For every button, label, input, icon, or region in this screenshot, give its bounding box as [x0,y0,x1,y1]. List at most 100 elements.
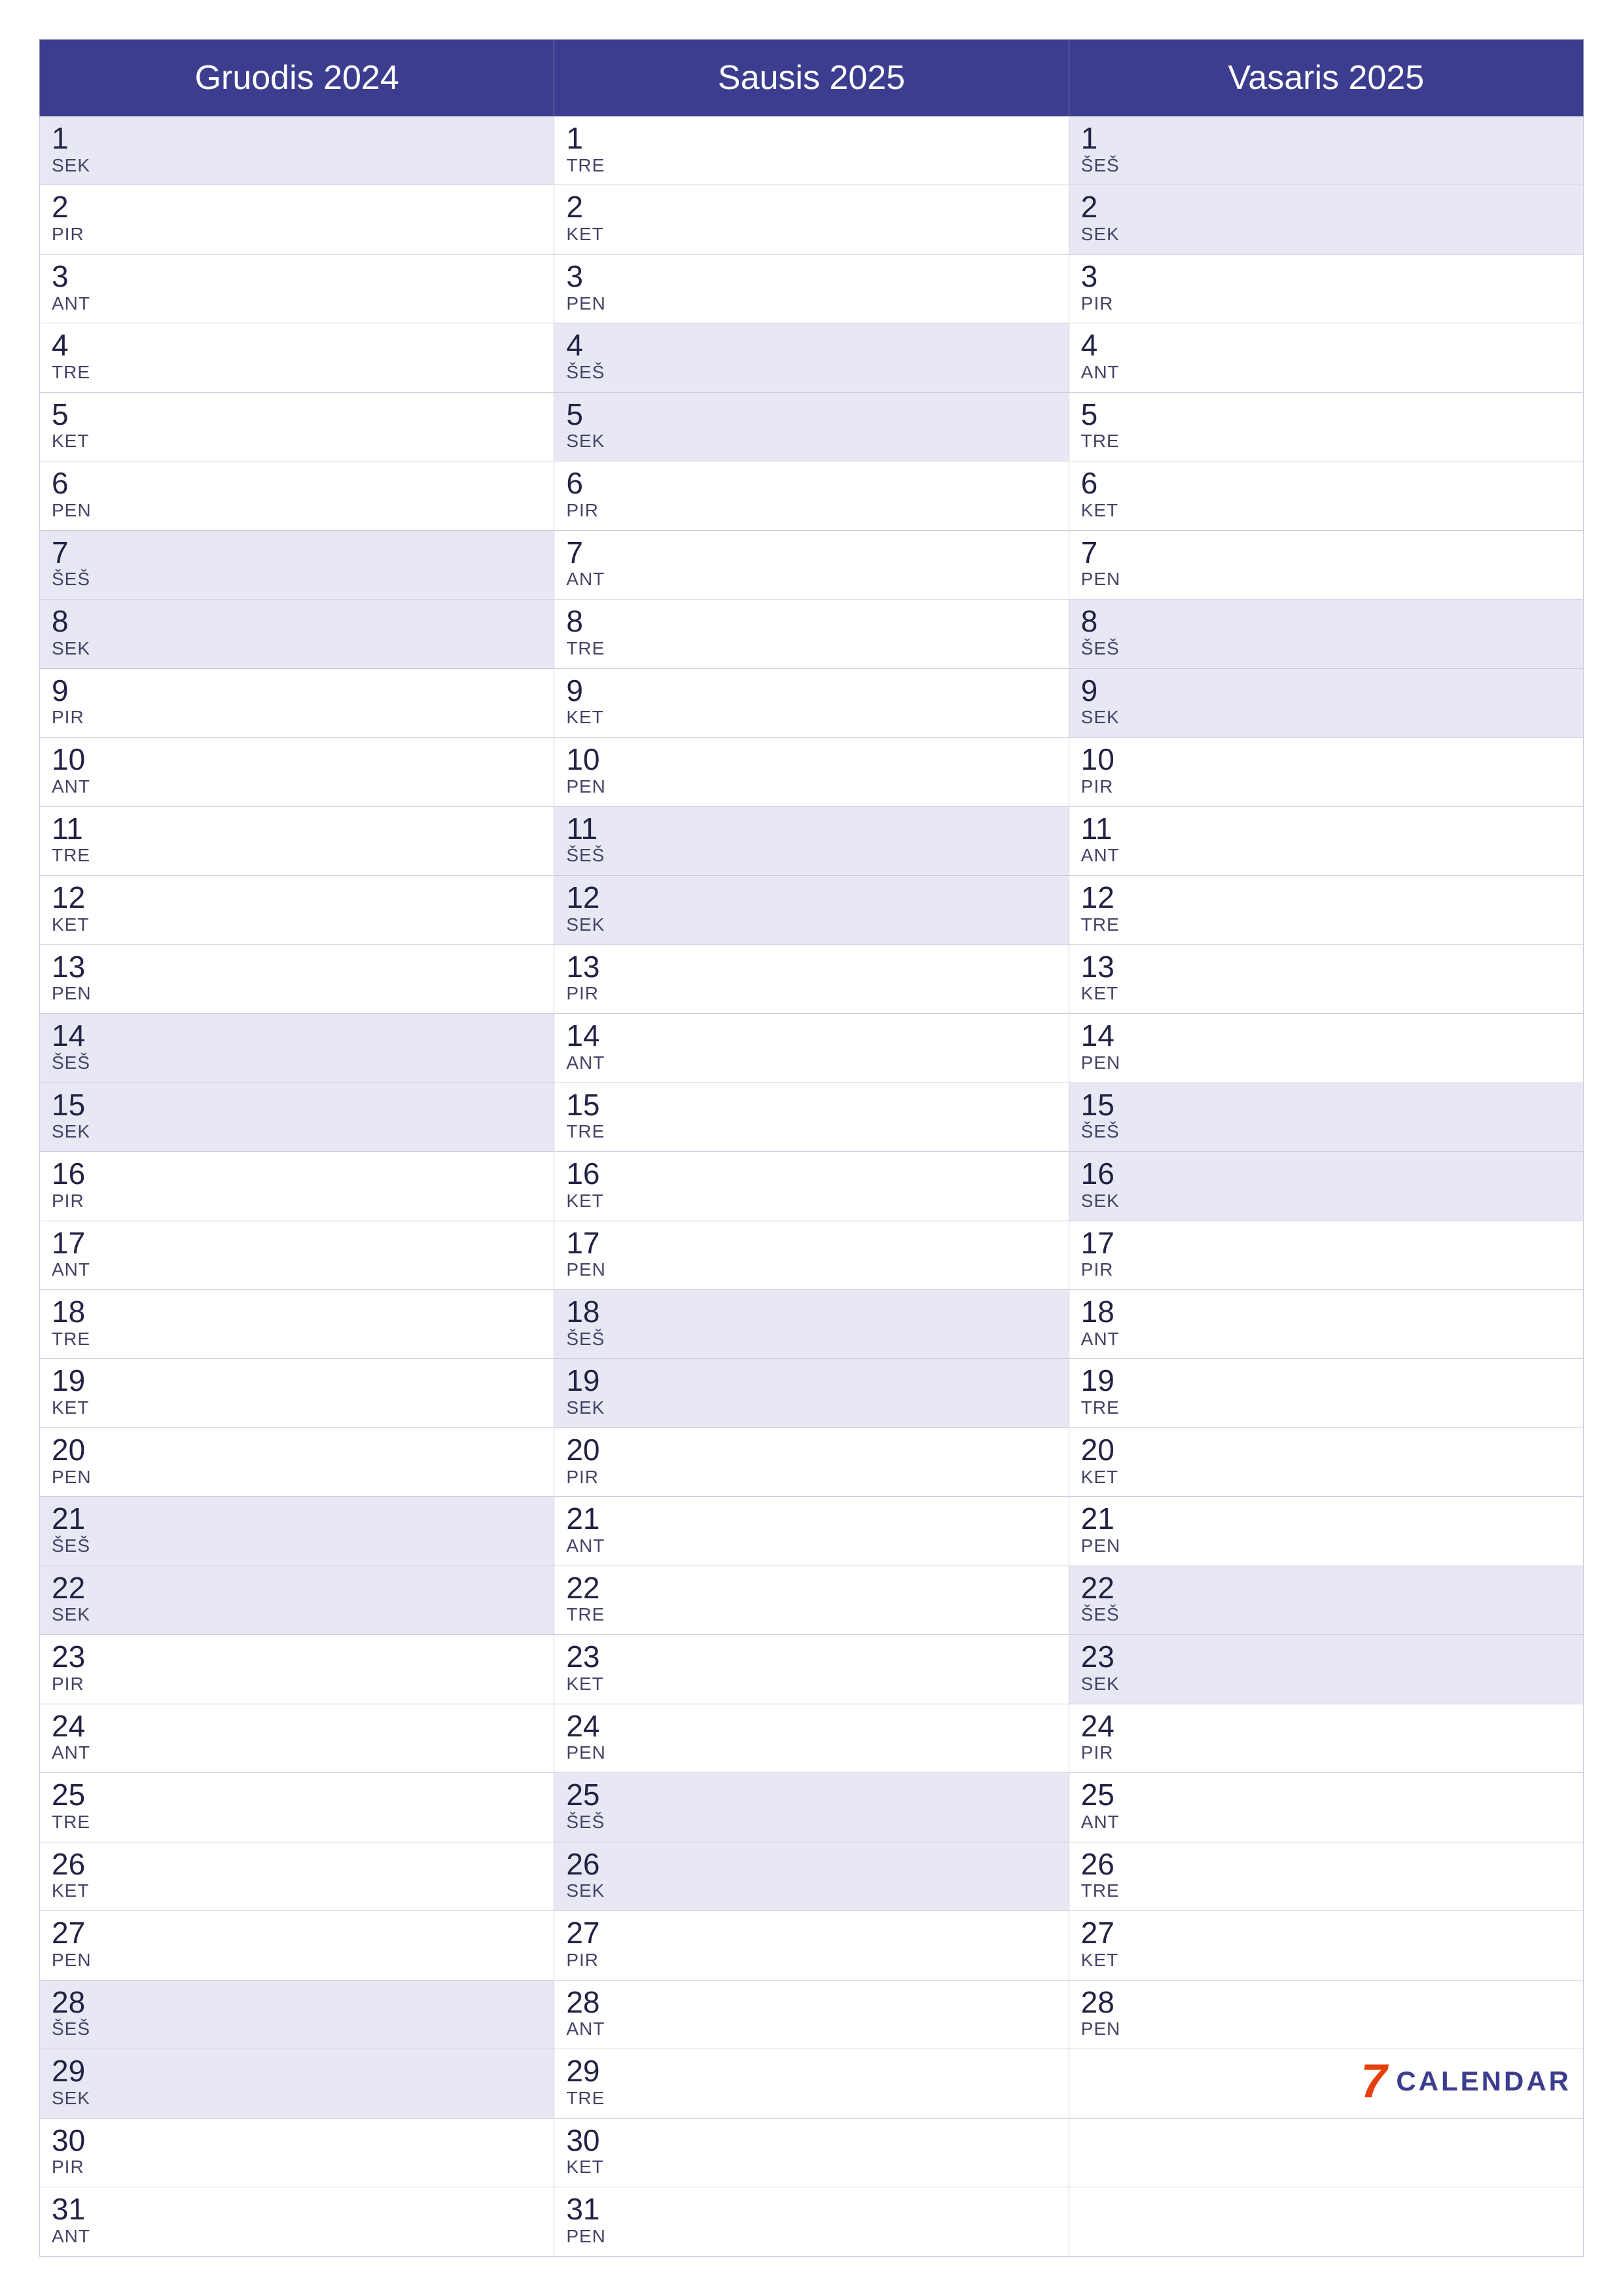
day-abbr: PEN [1081,569,1571,590]
day-abbr: TRE [52,1812,542,1833]
day-number: 25 [52,1778,542,1812]
month-header-1: Gruodis 2024 [40,40,554,117]
day-number: 20 [566,1433,1056,1467]
day-number: 26 [52,1848,542,1881]
day-abbr: TRE [566,2088,1056,2109]
calendar-cell: 17PIR [1069,1221,1583,1289]
day-abbr: PEN [52,983,542,1004]
day-number: 13 [52,950,542,984]
day-abbr: PIR [1081,776,1571,797]
calendar-cell: 2SEK [1069,185,1583,254]
day-number: 13 [1081,950,1571,984]
day-abbr: SEK [52,638,542,659]
day-number: 8 [566,605,1056,638]
day-abbr: PEN [566,2226,1056,2247]
day-number: 25 [566,1778,1056,1812]
calendar-cell: 14ŠEŠ [40,1014,554,1083]
calendar-row: 8SEK8TRE8ŠEŠ [40,600,1584,668]
calendar-row: 18TRE18ŠEŠ18ANT [40,1289,1584,1358]
logo-number: 7 [1361,2054,1387,2108]
day-abbr: PIR [52,707,542,728]
calendar-cell: 20PIR [554,1427,1069,1496]
day-abbr: ŠEŠ [566,1329,1056,1350]
day-abbr: SEK [52,1121,542,1142]
calendar-row: 10ANT10PEN10PIR [40,738,1584,806]
day-number: 31 [566,2193,1056,2226]
day-abbr: KET [52,1397,542,1418]
day-number: 10 [566,743,1056,776]
calendar-cell: 7CALENDAR [1069,2049,1583,2118]
month-header-3: Vasaris 2025 [1069,40,1583,117]
day-abbr: ANT [52,2226,542,2247]
day-number: 15 [1081,1088,1571,1122]
day-abbr: TRE [1081,1880,1571,1901]
calendar-cell: 25ŠEŠ [554,1773,1069,1842]
calendar-cell: 1SEK [40,117,554,185]
calendar-row: 4TRE4ŠEŠ4ANT [40,323,1584,392]
calendar-cell: 10ANT [40,738,554,806]
calendar-page: Gruodis 2024 Sausis 2025 Vasaris 2025 1S… [0,0,1623,2296]
calendar-cell: 4TRE [40,323,554,392]
day-abbr: PIR [1081,293,1571,314]
calendar-cell: 4ANT [1069,323,1583,392]
calendar-row: 24ANT24PEN24PIR [40,1704,1584,1772]
calendar-cell: 26KET [40,1842,554,1910]
day-abbr: PEN [1081,1052,1571,1073]
calendar-cell: 13PEN [40,944,554,1013]
calendar-row: 27PEN27PIR27KET [40,1911,1584,1980]
calendar-cell: 2KET [554,185,1069,254]
day-abbr: PIR [566,1467,1056,1488]
calendar-row: 21ŠEŠ21ANT21PEN [40,1497,1584,1566]
day-number: 10 [52,743,542,776]
calendar-cell: 23PIR [40,1635,554,1704]
day-number: 28 [566,1986,1056,2019]
calendar-cell: 27PEN [40,1911,554,1980]
calendar-row: 14ŠEŠ14ANT14PEN [40,1014,1584,1083]
day-number: 21 [566,1502,1056,1535]
calendar-cell: 29TRE [554,2049,1069,2118]
day-number: 14 [52,1019,542,1052]
day-abbr: ŠEŠ [52,569,542,590]
day-abbr: PEN [566,776,1056,797]
day-abbr: TRE [52,362,542,383]
day-abbr: PEN [52,1467,542,1488]
calendar-row: 13PEN13PIR13KET [40,944,1584,1013]
day-number: 29 [566,2054,1056,2088]
day-number: 19 [52,1364,542,1397]
calendar-cell: 28PEN [1069,1980,1583,2049]
calendar-row: 16PIR16KET16SEK [40,1152,1584,1221]
calendar-cell: 16KET [554,1152,1069,1221]
day-abbr: KET [1081,983,1571,1004]
day-abbr: KET [566,1674,1056,1695]
day-abbr: KET [52,914,542,935]
day-abbr: TRE [566,638,1056,659]
day-number: 4 [566,329,1056,362]
day-abbr: KET [566,1191,1056,1211]
calendar-cell: 14PEN [1069,1014,1583,1083]
day-abbr: PEN [1081,1535,1571,1556]
day-abbr: PIR [1081,1742,1571,1763]
calendar-row: 17ANT17PEN17PIR [40,1221,1584,1289]
day-number: 6 [52,467,542,500]
day-number: 5 [52,398,542,431]
calendar-cell: 24ANT [40,1704,554,1772]
calendar-cell: 6PIR [554,461,1069,530]
calendar-cell: 5TRE [1069,392,1583,461]
day-number: 8 [1081,605,1571,638]
day-number: 27 [1081,1916,1571,1950]
day-abbr: ŠEŠ [52,1052,542,1073]
day-number: 14 [566,1019,1056,1052]
day-number: 27 [52,1916,542,1950]
calendar-cell: 17PEN [554,1221,1069,1289]
month-header-2: Sausis 2025 [554,40,1069,117]
day-abbr: ANT [1081,1812,1571,1833]
day-abbr: ANT [52,776,542,797]
day-abbr: TRE [566,1604,1056,1625]
calendar-cell: 15TRE [554,1083,1069,1151]
day-number: 18 [52,1295,542,1329]
day-number: 20 [1081,1433,1571,1467]
calendar-cell: 21PEN [1069,1497,1583,1566]
calendar-cell: 10PEN [554,738,1069,806]
day-number: 26 [1081,1848,1571,1881]
calendar-cell: 3PEN [554,254,1069,323]
